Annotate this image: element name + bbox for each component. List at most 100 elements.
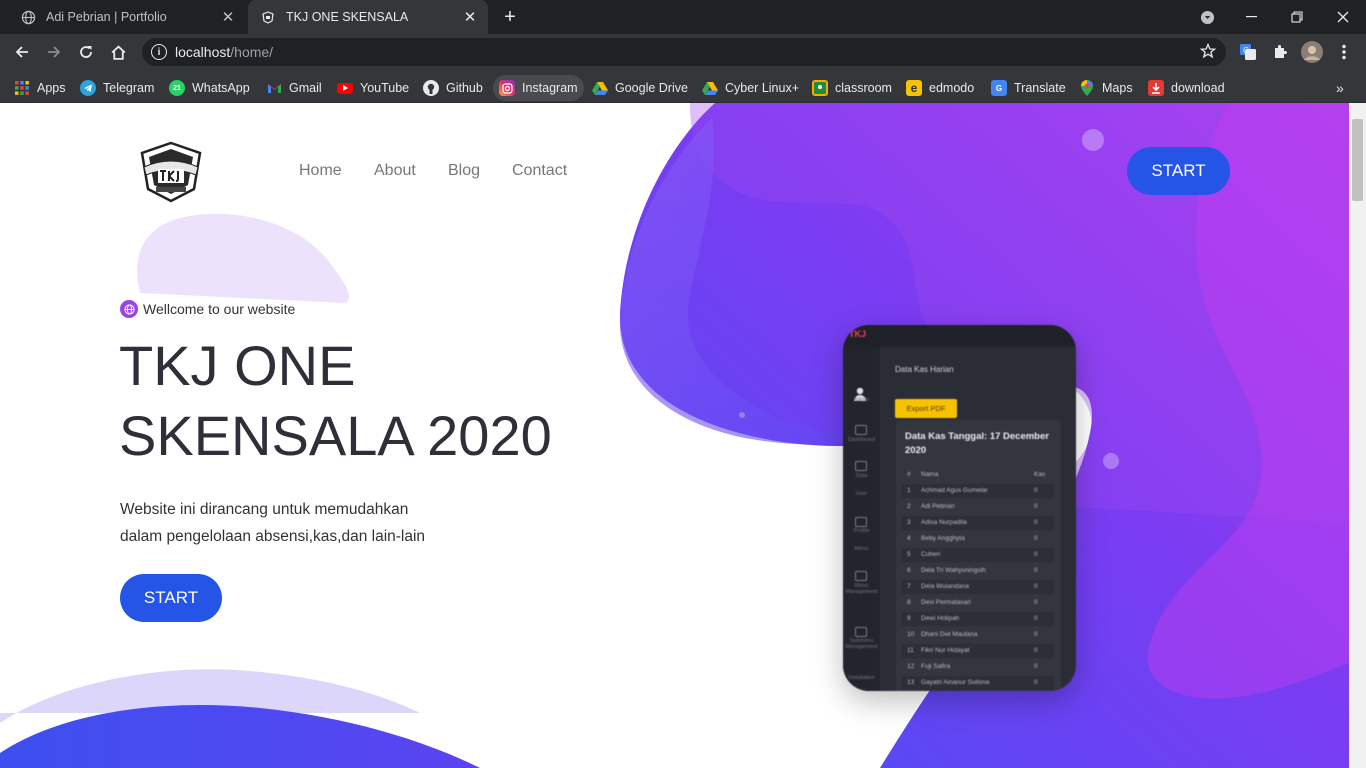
scrollbar-thumb[interactable] <box>1352 119 1363 201</box>
phone-cell-kas: 0 <box>1034 679 1038 686</box>
close-window-icon[interactable] <box>1328 0 1358 34</box>
welcome-text: Wellcome to our website <box>143 301 296 317</box>
globe-icon <box>20 9 36 25</box>
bookmark-label: Maps <box>1102 81 1133 95</box>
phone-cell-kas: 0 <box>1034 567 1038 574</box>
forward-arrow-icon[interactable] <box>40 38 68 66</box>
phone-table-row: 3 Adisa Nurpadila 0 <box>902 516 1054 530</box>
nav-contact-link[interactable]: Contact <box>512 162 567 180</box>
google-translate-extension-icon[interactable]: G <box>1237 41 1259 63</box>
welcome-tagline: Wellcome to our website <box>120 300 295 318</box>
bookmark-telegram[interactable]: Telegram <box>80 75 154 101</box>
tkj-favicon-icon <box>260 9 276 25</box>
phone-cell-no: 10 <box>907 631 915 638</box>
bookmark-google-drive[interactable]: Google Drive <box>592 75 688 101</box>
bookmark-label: Google Drive <box>615 81 688 95</box>
folder-icon <box>855 627 867 637</box>
phone-cell-name: Beby Angghyta <box>921 535 965 542</box>
close-tab-icon[interactable]: ✕ <box>216 5 240 29</box>
bookmark-youtube[interactable]: YouTube <box>337 75 409 101</box>
url-text: localhost/home/ <box>175 44 273 60</box>
hero-title-line2: SKENSALA 2020 <box>119 404 552 467</box>
phone-cell-name: Dewi Holipah <box>921 615 960 622</box>
phone-topbar <box>843 325 1076 347</box>
phone-side-label: Submenu Management <box>845 638 878 650</box>
bookmark-label: Apps <box>37 81 66 95</box>
data-icon <box>855 461 867 471</box>
phone-side-label: Menu Management <box>845 583 878 595</box>
bookmark-whatsapp[interactable]: 21 WhatsApp <box>169 75 250 101</box>
restore-icon[interactable] <box>1282 0 1312 34</box>
phone-cell-kas: 0 <box>1034 551 1038 558</box>
phone-table-row: 10 Dhani Dwi Maulana 0 <box>902 628 1054 642</box>
tab-title: Adi Pebrian | Portfolio <box>46 10 167 24</box>
bookmark-github[interactable]: Github <box>423 75 483 101</box>
phone-col-kas: Kas <box>1034 471 1046 478</box>
phone-cell-kas: 0 <box>1034 599 1038 606</box>
phone-cell-kas: 0 <box>1034 503 1038 510</box>
tab-tkj[interactable]: TKJ ONE SKENSALA ✕ <box>248 0 488 34</box>
site-info-icon[interactable]: i <box>151 44 167 60</box>
bookmark-download[interactable]: download <box>1148 75 1225 101</box>
nav-blog-link[interactable]: Blog <box>448 162 480 180</box>
extensions-puzzle-icon[interactable] <box>1269 41 1291 63</box>
bookmark-label: Gmail <box>289 81 322 95</box>
profile-icon <box>855 517 867 527</box>
address-bar[interactable]: i localhost/home/ <box>142 38 1226 66</box>
bookmark-label: Telegram <box>103 81 155 95</box>
bookmark-cyber-linux[interactable]: Cyber Linux+ <box>702 75 799 101</box>
phone-cell-no: 2 <box>907 503 911 510</box>
phone-cell-name: Fuji Safira <box>921 663 951 670</box>
tab-title: TKJ ONE SKENSALA <box>286 10 409 24</box>
bookmark-translate[interactable]: G Translate <box>991 75 1066 101</box>
nav-about-link[interactable]: About <box>374 162 416 180</box>
phone-page-header: Data Kas Harian <box>895 365 954 374</box>
phone-side-label: Admin <box>853 397 870 403</box>
bookmark-star-icon[interactable] <box>1199 42 1217 64</box>
minimize-icon[interactable] <box>1236 0 1266 34</box>
hero-description: Website ini dirancang untuk memudahkan d… <box>120 496 500 550</box>
page-scrollbar[interactable] <box>1349 103 1366 768</box>
phone-cell-kas: 0 <box>1034 615 1038 622</box>
bookmark-label: Github <box>446 81 483 95</box>
phone-side-label: Data <box>855 473 868 479</box>
phone-side-label: Menu <box>854 546 869 552</box>
profile-avatar[interactable] <box>1301 41 1323 63</box>
bookmark-gmail[interactable]: Gmail <box>266 75 322 101</box>
browser-toolbar: i localhost/home/ G <box>0 34 1366 70</box>
bookmark-instagram[interactable]: Instagram <box>493 75 584 101</box>
header-start-button[interactable]: START <box>1127 147 1230 195</box>
hero-start-button[interactable]: START <box>120 574 222 622</box>
phone-cell-name: Fikri Nur Hidayat <box>921 647 970 654</box>
bookmark-edmodo[interactable]: e edmodo <box>906 75 974 101</box>
phone-cell-name: Gayatri Ainanur Sutisna <box>921 679 990 686</box>
tab-portfolio[interactable]: Adi Pebrian | Portfolio ✕ <box>8 0 246 34</box>
phone-cell-kas: 0 <box>1034 583 1038 590</box>
google-drive-icon <box>592 80 608 96</box>
bookmark-apps[interactable]: Apps <box>14 75 66 101</box>
tkj-logo[interactable] <box>136 141 206 203</box>
more-bookmarks-chevron-icon[interactable]: » <box>1336 75 1344 101</box>
phone-table-row: 11 Fikri Nur Hidayat 0 <box>902 644 1054 658</box>
nav-home-link[interactable]: Home <box>299 162 342 180</box>
bookmark-label: Cyber Linux+ <box>725 81 799 95</box>
tab-search-icon[interactable] <box>1194 0 1220 34</box>
phone-cell-name: Dela Tri Wahyuningsih <box>921 567 986 574</box>
phone-table-row: 1 Achmad Agus Gumelar 0 <box>902 484 1054 498</box>
bookmark-classroom[interactable]: classroom <box>812 75 892 101</box>
bookmark-label: download <box>1171 81 1225 95</box>
menu-kebab-icon[interactable] <box>1333 41 1355 63</box>
phone-cell-no: 12 <box>907 663 915 670</box>
reload-icon[interactable] <box>72 38 100 66</box>
dashboard-icon <box>855 425 867 435</box>
apps-grid-icon <box>14 80 30 96</box>
new-tab-icon[interactable]: + <box>498 5 522 29</box>
phone-table-row: 13 Gayatri Ainanur Sutisna 0 <box>902 676 1054 690</box>
phone-card-title: Data Kas Tanggal: 17 December 2020 <box>905 431 1049 456</box>
close-tab-icon[interactable]: ✕ <box>458 5 482 29</box>
phone-side-label: Installation <box>848 675 875 681</box>
bookmark-maps[interactable]: Maps <box>1079 75 1133 101</box>
back-arrow-icon[interactable] <box>8 38 36 66</box>
home-icon[interactable] <box>104 38 132 66</box>
phone-export-pdf-button: Export PDF <box>895 399 957 418</box>
